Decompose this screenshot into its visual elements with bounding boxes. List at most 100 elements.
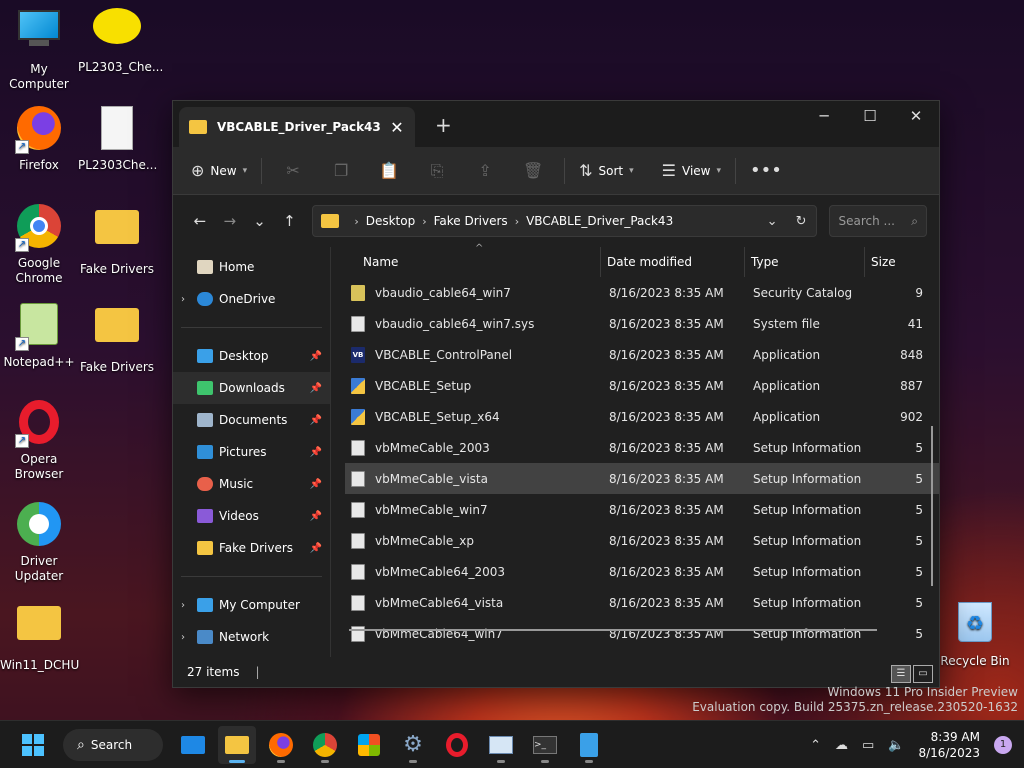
file-size: 41: [907, 316, 923, 331]
delete-icon[interactable]: 🗑: [516, 161, 550, 180]
tiles-view-toggle[interactable]: ▭: [913, 665, 933, 683]
nav-item-fake-drivers[interactable]: Fake Drivers 📌: [173, 532, 330, 564]
horizontal-scrollbar[interactable]: [349, 629, 877, 631]
file-date: 8/16/2023 8:35 AM: [609, 285, 724, 300]
file-row[interactable]: VBCABLE_Setup 8/16/2023 8:35 AM Applicat…: [345, 370, 939, 401]
desktop-icon-firefox[interactable]: ↗ Firefox: [0, 104, 78, 173]
desktop-icon-label: PL2303_Che...: [78, 60, 164, 74]
new-button[interactable]: ⊕ New ▾: [191, 161, 247, 180]
refresh-icon[interactable]: ↻: [796, 214, 807, 229]
taskbar-mail[interactable]: [174, 726, 212, 764]
taskbar-firefox[interactable]: [262, 726, 300, 764]
desktop-icon-recycle-bin[interactable]: ♻ Recycle Bin: [936, 598, 1014, 669]
address-bar[interactable]: › Desktop › Fake Drivers › VBCABLE_Drive…: [312, 205, 818, 237]
chevron-right-icon[interactable]: ›: [181, 294, 197, 305]
recent-locations-button[interactable]: ⌄: [245, 212, 275, 230]
nav-item-downloads[interactable]: Downloads 📌: [173, 372, 330, 404]
nav-item-music[interactable]: Music 📌: [173, 468, 330, 500]
file-row[interactable]: VBCABLE_Setup_x64 8/16/2023 8:35 AM Appl…: [345, 401, 939, 432]
nav-item-videos[interactable]: Videos 📌: [173, 500, 330, 532]
taskbar-search[interactable]: ⌕ Search: [63, 728, 163, 761]
close-button[interactable]: ✕: [893, 101, 939, 131]
file-row[interactable]: vbMmeCable64_2003 8/16/2023 8:35 AM Setu…: [345, 556, 939, 587]
desktop-icon-fake-drivers-folder[interactable]: Fake Drivers: [78, 300, 156, 375]
nav-item-onedrive[interactable]: › OneDrive: [173, 283, 330, 315]
firefox-icon: [269, 732, 293, 757]
start-button[interactable]: [14, 726, 52, 764]
file-row[interactable]: vbMmeCable_win7 8/16/2023 8:35 AM Setup …: [345, 494, 939, 525]
minimize-button[interactable]: ─: [801, 101, 847, 131]
vertical-scrollbar[interactable]: [931, 426, 933, 586]
up-button[interactable]: ↑: [274, 212, 304, 230]
nav-label: Desktop: [219, 349, 269, 363]
chevron-down-icon[interactable]: ⌄: [767, 214, 778, 229]
nav-label: Fake Drivers: [219, 541, 294, 555]
chevron-right-icon[interactable]: ›: [181, 600, 197, 611]
desktop-icon-notepadpp[interactable]: ↗ Notepad++: [0, 300, 78, 370]
nav-item-documents[interactable]: Documents 📌: [173, 404, 330, 436]
file-row[interactable]: vbMmeCable_vista 8/16/2023 8:35 AM Setup…: [345, 463, 939, 494]
chevron-up-icon[interactable]: ⌃: [810, 738, 821, 753]
view-button[interactable]: ☰ View ▾: [662, 161, 721, 180]
paste-icon[interactable]: 📋: [372, 161, 406, 180]
setup-info-icon: [351, 532, 365, 549]
file-row[interactable]: vbaudio_cable64_win7 8/16/2023 8:35 AM S…: [345, 277, 939, 308]
cut-icon[interactable]: ✂: [276, 161, 310, 180]
maximize-button[interactable]: ☐: [847, 101, 893, 131]
desktop-icon-win11-dchu[interactable]: Win11_DCHU: [0, 598, 79, 673]
nav-item-network[interactable]: › Network: [173, 621, 330, 653]
file-row[interactable]: VB VBCABLE_ControlPanel 8/16/2023 8:35 AM…: [345, 339, 939, 370]
taskbar-chrome[interactable]: [306, 726, 344, 764]
desktop-icon-my-computer[interactable]: My Computer: [0, 6, 78, 92]
forward-button[interactable]: →: [215, 212, 245, 230]
column-header-date[interactable]: Date modified: [601, 247, 745, 277]
taskbar-opera[interactable]: [438, 726, 476, 764]
taskbar-notepad[interactable]: [570, 726, 608, 764]
file-row[interactable]: vbMmeCable_xp 8/16/2023 8:35 AM Setup In…: [345, 525, 939, 556]
tab-vbcable[interactable]: VBCABLE_Driver_Pack43 ✕: [179, 107, 415, 147]
file-row[interactable]: vbMmeCable64_vista 8/16/2023 8:35 AM Set…: [345, 587, 939, 618]
nav-item-pictures[interactable]: Pictures 📌: [173, 436, 330, 468]
clock[interactable]: 8:39 AM 8/16/2023: [918, 729, 980, 761]
desktop-icon-opera[interactable]: ↗ Opera Browser: [0, 398, 78, 482]
nav-item-home[interactable]: Home: [173, 251, 330, 283]
desktop-icon-pl2303-checker[interactable]: PL2303_Che...: [78, 6, 164, 75]
new-tab-button[interactable]: +: [435, 113, 452, 137]
notification-badge[interactable]: 1: [994, 736, 1012, 754]
nav-item-my-computer[interactable]: › My Computer: [173, 589, 330, 621]
breadcrumb-desktop[interactable]: Desktop: [366, 214, 416, 228]
volume-icon[interactable]: 🔈: [888, 738, 904, 753]
file-size: 5: [915, 502, 923, 517]
desktop-icon-driver-updater[interactable]: Driver Updater: [0, 500, 78, 584]
desktop-icon-chrome[interactable]: ↗ Google Chrome: [0, 202, 78, 286]
taskbar-settings[interactable]: ⚙: [394, 726, 432, 764]
file-row[interactable]: vbMmeCable_2003 8/16/2023 8:35 AM Setup …: [345, 432, 939, 463]
breadcrumb-fake-drivers[interactable]: Fake Drivers: [434, 214, 508, 228]
more-options-button[interactable]: •••: [750, 160, 788, 181]
file-row[interactable]: vbaudio_cable64_win7.sys 8/16/2023 8:35 …: [345, 308, 939, 339]
copy-icon[interactable]: ❐: [324, 161, 358, 180]
back-button[interactable]: ←: [185, 212, 215, 230]
network-icon[interactable]: ▭: [862, 738, 874, 753]
taskbar-store[interactable]: [350, 726, 388, 764]
taskbar-terminal[interactable]: >_: [526, 726, 564, 764]
column-header-size[interactable]: Size: [865, 247, 915, 277]
desktop-icon-fake-drivers-zip[interactable]: Fake Drivers: [78, 202, 156, 277]
chevron-right-icon[interactable]: ›: [181, 632, 197, 643]
sort-button[interactable]: ⇅ Sort ▾: [579, 161, 634, 180]
nav-item-desktop[interactable]: Desktop 📌: [173, 340, 330, 372]
breadcrumb-vbcable[interactable]: VBCABLE_Driver_Pack43: [526, 214, 673, 228]
taskbar-performance-monitor[interactable]: [482, 726, 520, 764]
rename-icon[interactable]: ⎘: [420, 161, 454, 181]
taskbar-file-explorer[interactable]: [218, 725, 256, 764]
file-row[interactable]: vbMmeCable64_win7 8/16/2023 8:35 AM Setu…: [345, 618, 939, 649]
search-input[interactable]: [838, 214, 899, 228]
desktop-icon-pl2303-doc[interactable]: PL2303Che...: [78, 104, 157, 173]
close-tab-icon[interactable]: ✕: [387, 118, 407, 137]
cloud-offline-icon[interactable]: ☁: [835, 738, 848, 753]
share-icon[interactable]: ⇪: [468, 161, 502, 180]
column-header-type[interactable]: Type: [745, 247, 865, 277]
column-header-name[interactable]: Name: [345, 247, 601, 277]
details-view-toggle[interactable]: ☰: [891, 665, 911, 683]
folder-icon: [197, 541, 213, 555]
